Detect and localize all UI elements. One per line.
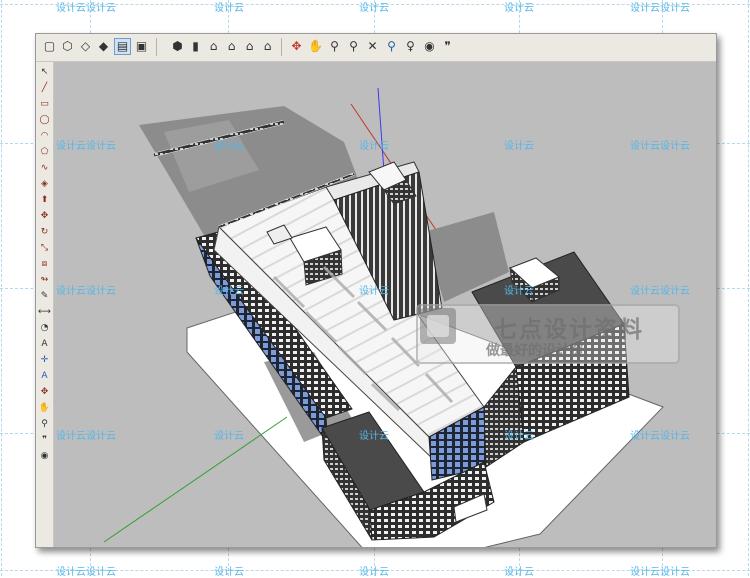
logo-watermark: 七点设计资料 做最好的设计资 (416, 304, 680, 364)
tape-measure-icon[interactable]: ✎ (38, 290, 51, 302)
watermark: 设计云 (504, 286, 534, 297)
tool-palette: ↖ ╱ ▭ ◯ ◠ ⬠ ∿ ◈ ⬆ ✥ ↻ ⤡ ⧈ ↬ ✎ ⟷ ◔ A ✛ A … (36, 62, 54, 547)
watermark: 设计云设计云 (630, 141, 690, 152)
zoom-extents-tool-icon[interactable]: ✕ (364, 38, 381, 55)
zoom-tool-icon[interactable]: ⚲ (326, 38, 343, 55)
move-icon[interactable]: ✥ (38, 210, 51, 222)
watermark: 设计云 (359, 141, 389, 152)
toolbar: ▢ ⬡ ◇ ◆ ▤ ▣ ⬢ ▮ ⌂ ⌂ ⌂ ⌂ ✥ ✋ ⚲ ⚲ ✕ ⚲ ♀ ◉ … (36, 34, 716, 62)
guide-line (748, 0, 749, 576)
watermark: 设计云 (359, 3, 389, 14)
3d-viewport[interactable]: 七点设计资料 做最好的设计资 (54, 62, 716, 547)
follow-me-icon[interactable]: ↬ (38, 274, 51, 286)
watermark: 设计云 (359, 286, 389, 297)
text-icon[interactable]: A (38, 338, 51, 350)
section-tool-icon[interactable]: ▣ (133, 38, 150, 55)
logo-subtitle: 做最好的设计资 (486, 343, 584, 359)
polygon-icon[interactable]: ⬠ (38, 146, 51, 158)
toolbar-separator (156, 38, 157, 56)
watermark: 设计云 (504, 431, 534, 442)
zoom-icon[interactable]: ⚲ (38, 418, 51, 430)
push-pull-icon[interactable]: ⬆ (38, 194, 51, 206)
watermark: 设计云 (214, 431, 244, 442)
zoom-window-tool-icon[interactable]: ⚲ (345, 38, 362, 55)
3d-text-icon[interactable]: A (38, 370, 51, 382)
line-icon[interactable]: ╱ (38, 82, 51, 94)
iso-view-icon[interactable]: ⬢ (169, 38, 186, 55)
look-around-icon[interactable]: ◉ (38, 450, 51, 462)
pan-tool-icon[interactable]: ✋ (307, 38, 324, 55)
logo-title: 七点设计资料 (494, 317, 644, 343)
green-axis (103, 416, 288, 543)
component-tool-icon[interactable]: ⬡ (59, 38, 76, 55)
right-view-icon[interactable]: ⌂ (223, 38, 240, 55)
arc-icon[interactable]: ◠ (38, 130, 51, 142)
freehand-icon[interactable]: ∿ (38, 162, 51, 174)
eraser-icon[interactable]: ◈ (38, 178, 51, 190)
watermark: 设计云 (504, 141, 534, 152)
look-around-icon[interactable]: ◉ (421, 38, 438, 55)
protractor-icon[interactable]: ◔ (38, 322, 51, 334)
watermark: 设计云 (214, 141, 244, 152)
toolbar-separator (281, 38, 282, 56)
logo-mark-icon (420, 308, 456, 344)
walk-tool-icon[interactable]: ❞ (439, 38, 456, 55)
select-icon[interactable]: ↖ (38, 66, 51, 78)
select-tool-icon[interactable]: ▢ (41, 38, 58, 55)
rotate-icon[interactable]: ↻ (38, 226, 51, 238)
watermark: 设计云设计云 (56, 431, 116, 442)
guide-line (1, 0, 2, 576)
watermark: 设计云 (214, 3, 244, 14)
watermark: 设计云 (504, 3, 534, 14)
pan-icon[interactable]: ✋ (38, 402, 51, 414)
watermark: 设计云设计云 (56, 141, 116, 152)
orbit-tool-icon[interactable]: ✥ (288, 38, 305, 55)
top-view-icon[interactable]: ▮ (187, 38, 204, 55)
orbit-icon[interactable]: ✥ (38, 386, 51, 398)
watermark: 设计云设计云 (630, 3, 690, 14)
watermark: 设计云设计云 (56, 3, 116, 14)
previous-view-icon[interactable]: ⚲ (383, 38, 400, 55)
rectangle-icon[interactable]: ▭ (38, 98, 51, 110)
front-view-icon[interactable]: ⌂ (205, 38, 222, 55)
axes-icon[interactable]: ✛ (38, 354, 51, 366)
eraser-tool-icon[interactable]: ◇ (77, 38, 94, 55)
watermark: 设计云 (214, 286, 244, 297)
blue-axis (377, 87, 385, 173)
scale-icon[interactable]: ⤡ (38, 242, 51, 254)
offset-icon[interactable]: ⧈ (38, 258, 51, 270)
circle-icon[interactable]: ◯ (38, 114, 51, 126)
dimension-icon[interactable]: ⟷ (38, 306, 51, 318)
position-camera-icon[interactable]: ♀ (402, 38, 419, 55)
walk-icon[interactable]: ❞ (38, 434, 51, 446)
left-view-icon[interactable]: ⌂ (259, 38, 276, 55)
watermark: 设计云设计云 (56, 286, 116, 297)
paint-bucket-tool-icon[interactable]: ◆ (95, 38, 112, 55)
watermark: 设计云设计云 (630, 431, 690, 442)
watermark: 设计云设计云 (630, 286, 690, 297)
watermark: 设计云 (359, 431, 389, 442)
back-view-icon[interactable]: ⌂ (241, 38, 258, 55)
make-component-tool-icon[interactable]: ▤ (114, 38, 131, 55)
